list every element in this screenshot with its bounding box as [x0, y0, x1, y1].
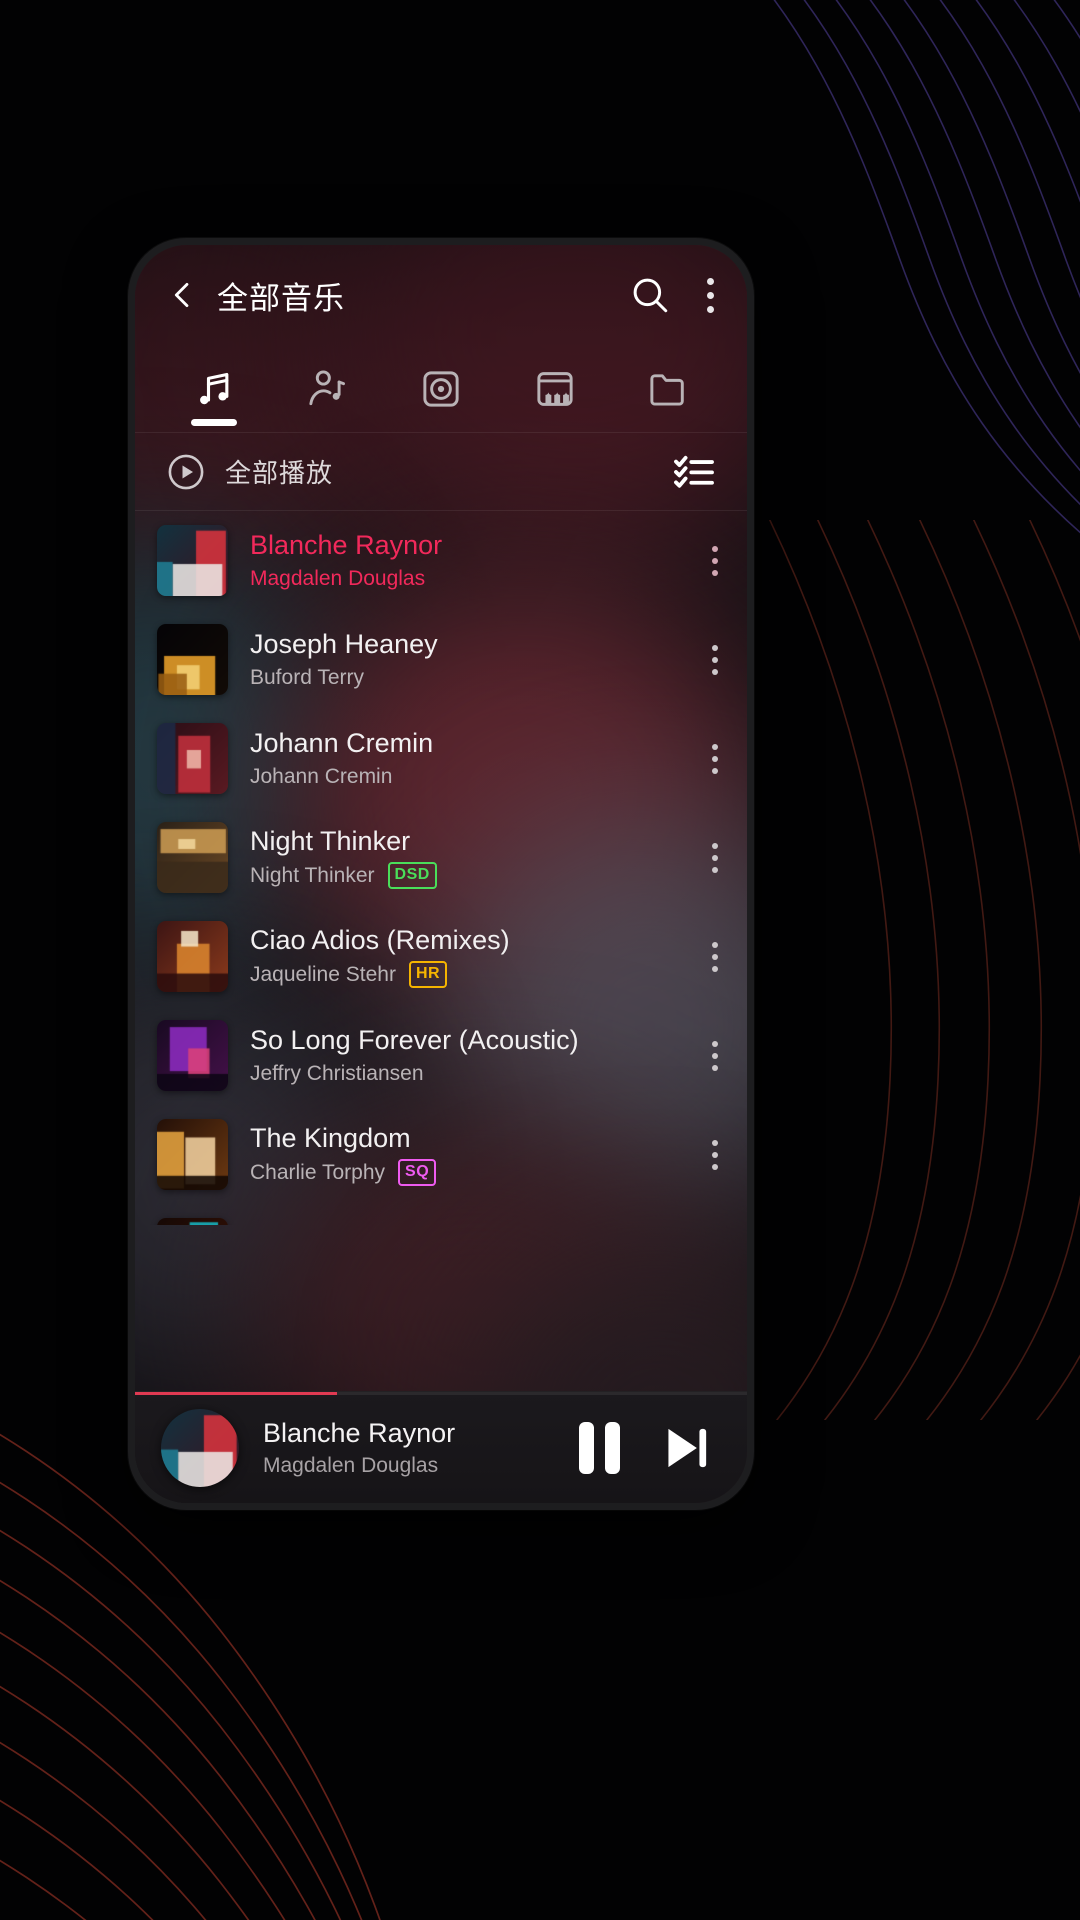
- song-title: So Long Forever (Acoustic): [250, 1025, 579, 1056]
- song-text: The Kingdom Charlie Torphy SQ: [250, 1123, 695, 1187]
- song-more-icon[interactable]: [709, 935, 721, 979]
- mini-player-artist: Magdalen Douglas: [263, 1453, 439, 1477]
- song-text: Ciao Adios (Remixes) Jaqueline Stehr HR: [250, 925, 695, 989]
- playback-progress-fill: [135, 1392, 337, 1395]
- song-text: So Long Forever (Acoustic) Jeffry Christi…: [250, 1025, 695, 1086]
- search-icon[interactable]: [629, 274, 671, 316]
- page-title: 全部音乐: [217, 280, 345, 316]
- song-title: Joseph Heaney: [250, 629, 438, 660]
- music-note-icon: [199, 372, 229, 404]
- song-artist: Magdalen Douglas: [250, 566, 426, 590]
- skip-next-icon[interactable]: [655, 1417, 717, 1479]
- song-artwork: [157, 1020, 228, 1091]
- back-chevron-icon[interactable]: [165, 278, 199, 312]
- song-title: The Kingdom: [250, 1122, 411, 1153]
- quality-badge: HR: [408, 961, 448, 989]
- topographic-wave-right: [768, 520, 1080, 1420]
- song-row[interactable]: Blanche Raynor Magdalen Douglas: [135, 511, 747, 610]
- album-disc-icon: [423, 370, 459, 407]
- quality-badge: DSD: [387, 862, 437, 890]
- song-title: Night Thinker: [250, 825, 411, 856]
- song-subline: Jaqueline Stehr HR: [250, 961, 695, 989]
- song-artwork: [157, 921, 228, 992]
- song-artwork: [157, 1218, 228, 1225]
- tab-songs[interactable]: [157, 345, 271, 432]
- song-artist: Johann Cremin: [250, 764, 393, 788]
- mini-player-title: Blanche Raynor: [263, 1417, 456, 1448]
- song-more-icon[interactable]: [709, 1133, 721, 1177]
- tab-active-indicator: [190, 419, 237, 426]
- song-title: Blanche Raynor: [250, 530, 443, 561]
- play-all-button[interactable]: 全部播放: [165, 451, 333, 493]
- song-artwork: [157, 723, 228, 794]
- piano-keys-icon: [536, 371, 573, 406]
- app-bar: 全部音乐: [135, 245, 747, 345]
- tab-bar: [135, 345, 747, 433]
- song-artwork: [157, 1119, 228, 1190]
- song-row[interactable]: So Long Forever (Acoustic) Jeffry Christi…: [135, 1006, 747, 1105]
- song-more-icon[interactable]: [709, 737, 721, 781]
- play-all-row: 全部播放: [135, 433, 747, 511]
- mini-player-artwork[interactable]: [161, 1408, 239, 1487]
- song-more-icon[interactable]: [709, 836, 721, 880]
- song-row[interactable]: Ciao Adios (Remixes) Jaqueline Stehr HR: [135, 907, 747, 1006]
- quality-badge: SQ: [398, 1159, 437, 1187]
- song-artwork: [157, 822, 228, 893]
- mini-player[interactable]: Blanche Raynor Magdalen Douglas: [135, 1391, 747, 1503]
- screenshot-root: 全部音乐 全部播放 Blanche Raynor Magdalen Dougla…: [0, 0, 1080, 1920]
- song-more-icon[interactable]: [709, 638, 721, 682]
- song-subline: Charlie Torphy SQ: [250, 1159, 695, 1187]
- folder-icon: [650, 373, 684, 405]
- song-artist: Charlie Torphy: [250, 1160, 386, 1184]
- more-vertical-icon[interactable]: [705, 274, 715, 316]
- song-list[interactable]: Blanche Raynor Magdalen Douglas Joseph Hea…: [135, 511, 747, 1225]
- mini-player-text: Blanche Raynor Magdalen Douglas: [263, 1418, 551, 1478]
- song-text: Johann Cremin Johann Cremin: [250, 728, 695, 789]
- song-subline: Buford Terry: [250, 666, 695, 690]
- play-all-label: 全部播放: [225, 458, 334, 488]
- song-artwork: [157, 525, 228, 596]
- song-text: Night Thinker Night Thinker DSD: [250, 826, 695, 890]
- tab-folders[interactable]: [611, 345, 725, 432]
- song-text: Joseph Heaney Buford Terry: [250, 629, 695, 690]
- tab-genres[interactable]: [498, 345, 612, 432]
- song-row[interactable]: Pascale O'KonElisha NikolausHR: [135, 1204, 747, 1225]
- song-artist: Buford Terry: [250, 665, 364, 689]
- song-subline: Johann Cremin: [250, 765, 695, 789]
- song-title: Ciao Adios (Remixes): [250, 924, 510, 955]
- song-row[interactable]: Johann Cremin Johann Cremin: [135, 709, 747, 808]
- tab-artists[interactable]: [271, 345, 385, 432]
- song-more-icon[interactable]: [709, 1034, 721, 1078]
- song-subline: Night Thinker DSD: [250, 862, 695, 890]
- song-subline: Jeffry Christiansen: [250, 1062, 695, 1086]
- song-row[interactable]: The Kingdom Charlie Torphy SQ: [135, 1105, 747, 1204]
- phone-device-frame: 全部音乐 全部播放 Blanche Raynor Magdalen Dougla…: [128, 238, 754, 1510]
- song-more-icon[interactable]: [709, 539, 721, 583]
- checklist-icon[interactable]: [671, 449, 717, 495]
- song-text: Pascale O'KonElisha NikolausHR: [250, 1222, 695, 1225]
- song-artist: Jeffry Christiansen: [250, 1061, 424, 1085]
- song-row[interactable]: Joseph Heaney Buford Terry: [135, 610, 747, 709]
- song-subline: Magdalen Douglas: [250, 567, 695, 591]
- song-text: Blanche Raynor Magdalen Douglas: [250, 530, 695, 591]
- song-artwork: [157, 624, 228, 695]
- song-title: Johann Cremin: [250, 728, 434, 759]
- pause-icon[interactable]: [569, 1418, 629, 1478]
- playback-progress-track[interactable]: [135, 1392, 747, 1395]
- song-title: Pascale O'Kon: [250, 1222, 695, 1225]
- song-artist: Jaqueline Stehr: [250, 962, 396, 986]
- song-row[interactable]: Night Thinker Night Thinker DSD: [135, 808, 747, 907]
- tab-albums[interactable]: [384, 345, 498, 432]
- artist-icon: [309, 369, 346, 405]
- song-artist: Night Thinker: [250, 863, 375, 887]
- phone-screen: 全部音乐 全部播放 Blanche Raynor Magdalen Dougla…: [135, 245, 747, 1503]
- play-circle-icon: [168, 454, 204, 489]
